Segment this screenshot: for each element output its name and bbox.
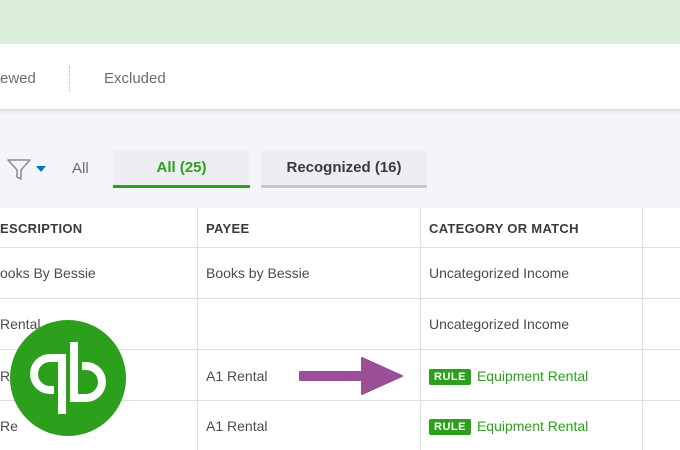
filter-icon[interactable]	[6, 158, 32, 187]
pill-recognized[interactable]: Recognized (16)	[261, 150, 427, 188]
rule-category-link[interactable]: Equipment Rental	[477, 368, 588, 384]
header-payee[interactable]: PAYEE	[206, 221, 249, 236]
cell-payee: A1 Rental	[206, 418, 268, 434]
table-header-row: ESCRIPTION PAYEE CATEGORY OR MATCH	[0, 208, 680, 248]
cell-category[interactable]: RULE Equipment Rental	[429, 418, 588, 435]
rule-badge: RULE	[429, 369, 471, 385]
pill-all-transactions[interactable]: All (25)	[113, 150, 250, 188]
cell-category[interactable]: Uncategorized Income	[429, 265, 569, 281]
tab-excluded[interactable]: Excluded	[104, 70, 166, 87]
cell-payee: Books by Bessie	[206, 265, 310, 281]
tab-reviewed[interactable]: ewed	[0, 70, 36, 87]
rule-badge: RULE	[429, 419, 471, 435]
cell-category[interactable]: Uncategorized Income	[429, 316, 569, 332]
cell-description: ooks By Bessie	[0, 265, 96, 281]
filter-all-label[interactable]: All	[72, 160, 89, 177]
cell-category[interactable]: RULE Equipment Rental	[429, 368, 588, 385]
chevron-down-icon[interactable]	[36, 166, 46, 172]
tab-bar: ewed Excluded	[0, 44, 680, 110]
arrow-right-icon	[299, 357, 403, 395]
quickbooks-logo	[10, 320, 126, 436]
rule-category-link[interactable]: Equipment Rental	[477, 418, 588, 434]
filter-row: All All (25) Recognized (16)	[0, 148, 680, 190]
cell-payee: A1 Rental	[206, 368, 268, 384]
header-category[interactable]: CATEGORY OR MATCH	[429, 221, 579, 236]
top-banner	[0, 0, 680, 44]
tab-divider	[69, 66, 70, 92]
table-row[interactable]: ooks By Bessie Books by Bessie Uncategor…	[0, 248, 680, 299]
header-description[interactable]: ESCRIPTION	[0, 221, 82, 236]
